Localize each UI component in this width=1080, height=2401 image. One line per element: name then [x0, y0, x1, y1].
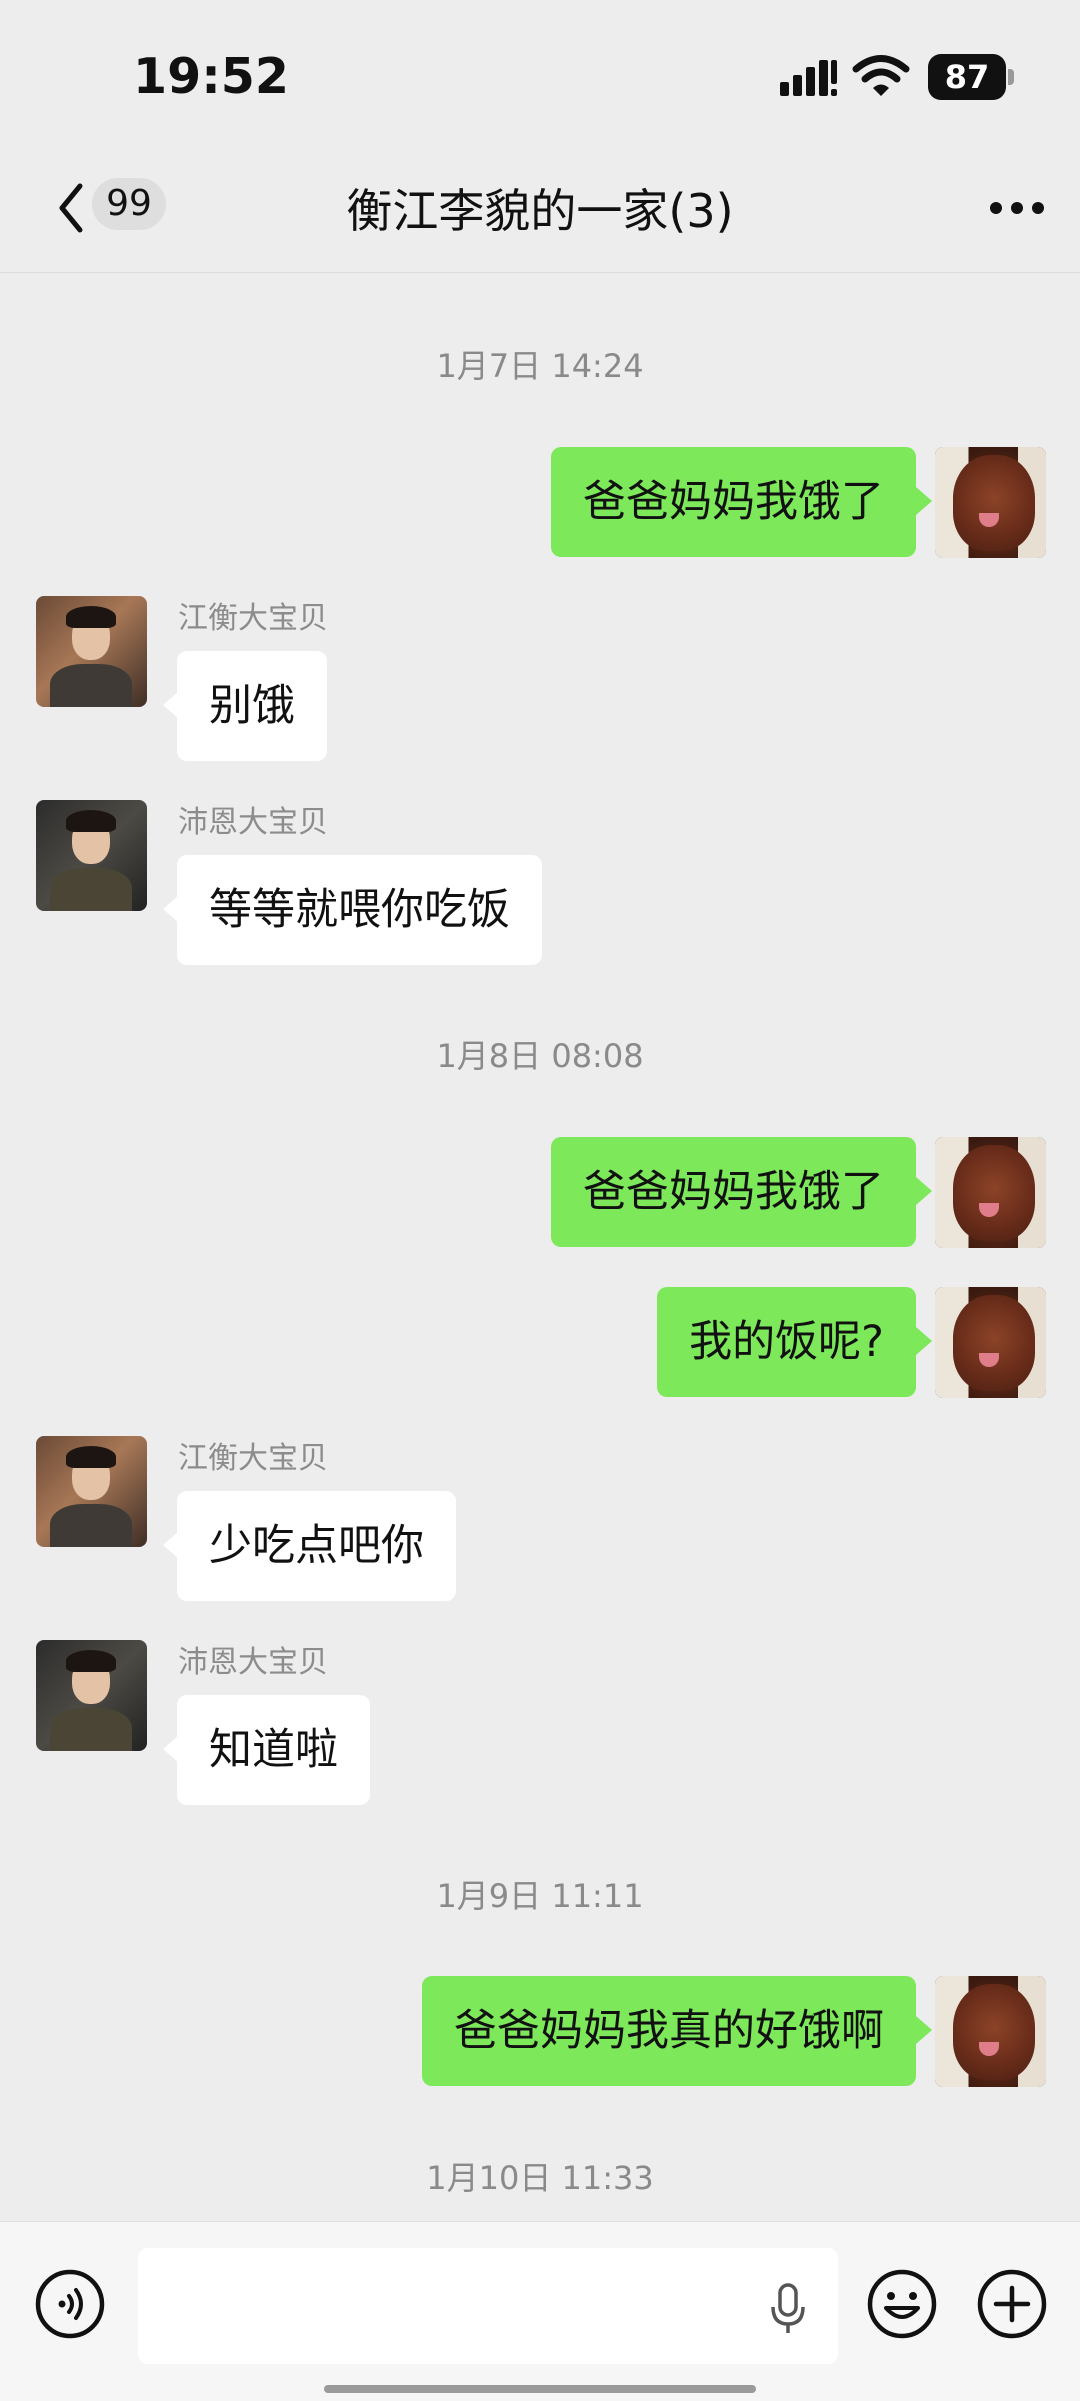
sender-avatar[interactable]: [36, 1436, 147, 1547]
my-avatar[interactable]: [935, 1287, 1046, 1398]
more-dot: [990, 202, 1002, 214]
my-avatar[interactable]: [935, 447, 1046, 558]
plus-icon[interactable]: [976, 2268, 1048, 2340]
more-icon[interactable]: [990, 202, 1044, 216]
sender-avatar[interactable]: [36, 800, 147, 911]
message-bubble-outgoing[interactable]: 爸爸妈妈我真的好饿啊: [422, 1976, 932, 2086]
battery-icon: 87: [928, 54, 1014, 100]
sender-name: 江衡大宝贝: [178, 1441, 328, 1476]
message-bubble-incoming[interactable]: 等等就喂你吃饭: [163, 855, 542, 965]
voice-icon[interactable]: [34, 2268, 106, 2340]
my-avatar[interactable]: [935, 1137, 1046, 1248]
timestamp: 1月10日 11:33: [426, 2159, 654, 2197]
mic-icon[interactable]: [768, 2282, 808, 2336]
sender-avatar[interactable]: [36, 596, 147, 707]
sender-avatar[interactable]: [36, 1640, 147, 1751]
status-bar: 19:52 87: [0, 0, 1080, 150]
home-indicator[interactable]: [324, 2385, 756, 2393]
message-bubble-incoming[interactable]: 知道啦: [163, 1695, 370, 1805]
message-input[interactable]: [138, 2248, 838, 2364]
timestamp: 1月8日 08:08: [436, 1037, 644, 1075]
message-bubble-outgoing[interactable]: 爸爸妈妈我饿了: [551, 1137, 932, 1247]
sender-name: 江衡大宝贝: [178, 601, 328, 636]
back-icon[interactable]: [52, 178, 92, 238]
sender-name: 沛恩大宝贝: [178, 805, 328, 840]
more-dot: [1032, 202, 1044, 214]
message-bubble-outgoing[interactable]: 我的饭呢?: [657, 1287, 932, 1397]
signal-icon: [780, 60, 837, 96]
status-time: 19:52: [133, 48, 289, 105]
message-bubble-incoming[interactable]: 少吃点吧你: [163, 1491, 456, 1601]
nav-bar: 99 衡江李貌的一家(3): [0, 150, 1080, 273]
unread-badge[interactable]: 99: [92, 178, 166, 230]
more-dot: [1011, 202, 1023, 214]
my-avatar[interactable]: [935, 1976, 1046, 2087]
input-bar: [0, 2221, 1080, 2401]
chat-title: 衡江李貌的一家(3): [346, 184, 734, 238]
sender-name: 沛恩大宝贝: [178, 1645, 328, 1680]
timestamp: 1月9日 11:11: [436, 1877, 644, 1915]
message-bubble-outgoing[interactable]: 爸爸妈妈我饿了: [551, 447, 932, 557]
battery-level: 87: [944, 58, 990, 96]
chat-area[interactable]: 1月7日 14:24 爸爸妈妈我饿了 江衡大宝贝 别饿 沛恩大宝贝 等等就喂你吃…: [0, 273, 1080, 2221]
battery-cap: [1008, 69, 1014, 85]
wifi-icon: [852, 55, 910, 96]
message-bubble-incoming[interactable]: 别饿: [163, 651, 327, 761]
timestamp: 1月7日 14:24: [436, 347, 644, 385]
emoji-icon[interactable]: [866, 2268, 938, 2340]
